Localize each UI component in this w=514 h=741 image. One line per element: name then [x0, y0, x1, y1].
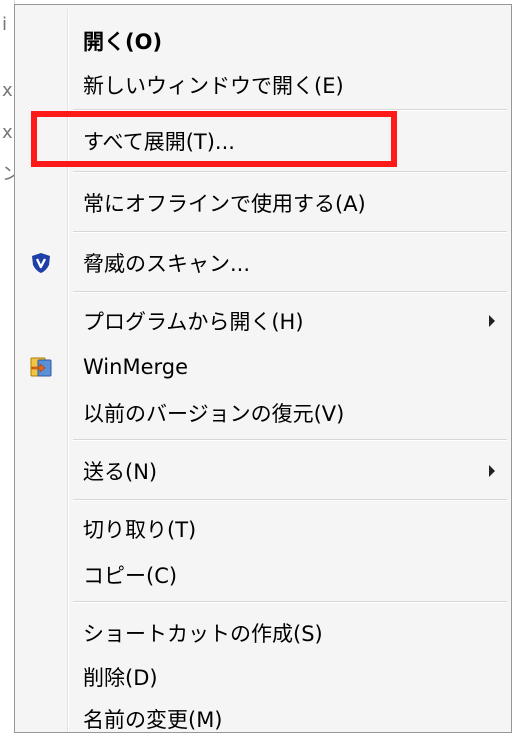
menu-item-label: 脅威のスキャン... — [83, 252, 251, 276]
menu-separator — [73, 601, 507, 602]
menu-item-label: 常にオフラインで使用する(A) — [83, 192, 366, 216]
menu-separator — [73, 291, 507, 292]
menu-item-winmerge[interactable]: WinMerge — [15, 345, 511, 389]
background-text-fragment: i — [2, 14, 8, 35]
menu-item-open[interactable]: 開く(O) — [15, 19, 511, 63]
winmerge-icon — [30, 357, 52, 377]
menu-item-delete[interactable]: 削除(D) — [15, 655, 511, 699]
menu-separator — [73, 439, 507, 440]
background-explorer-window: i x x ン — [0, 0, 15, 733]
menu-item-always-available-offline[interactable]: 常にオフラインで使用する(A) — [15, 181, 511, 225]
menu-item-copy[interactable]: コピー(C) — [15, 553, 511, 597]
menu-item-scan-threats[interactable]: 脅威のスキャン... — [15, 241, 511, 285]
menu-item-cut[interactable]: 切り取り(T) — [15, 507, 511, 551]
menu-separator — [73, 109, 507, 110]
menu-item-label: 切り取り(T) — [83, 518, 197, 542]
menu-item-label: 新しいウィンドウで開く(E) — [83, 74, 344, 98]
menu-item-label: コピー(C) — [83, 564, 178, 588]
context-menu: 開く(O) 新しいウィンドウで開く(E) すべて展開(T)... 常にオフライン… — [14, 4, 512, 733]
menu-item-label: プログラムから開く(H) — [83, 310, 304, 334]
menu-separator — [73, 171, 507, 172]
submenu-arrow-icon — [489, 315, 495, 327]
submenu-arrow-icon — [489, 465, 495, 477]
menu-item-send-to[interactable]: 送る(N) — [15, 449, 511, 493]
shield-icon — [32, 253, 50, 273]
menu-item-label: ショートカットの作成(S) — [83, 622, 323, 646]
menu-item-restore-previous-versions[interactable]: 以前のバージョンの復元(V) — [15, 391, 511, 435]
menu-item-label: WinMerge — [83, 355, 188, 379]
menu-item-open-with[interactable]: プログラムから開く(H) — [15, 299, 511, 343]
menu-item-label: 開く(O) — [83, 30, 163, 54]
menu-separator — [73, 231, 507, 232]
menu-item-open-new-window[interactable]: 新しいウィンドウで開く(E) — [15, 63, 511, 107]
menu-item-label: 以前のバージョンの復元(V) — [83, 402, 345, 426]
background-text-fragment: x — [2, 122, 13, 143]
menu-item-label: 送る(N) — [83, 460, 158, 484]
menu-item-label: 削除(D) — [83, 666, 158, 690]
menu-item-create-shortcut[interactable]: ショートカットの作成(S) — [15, 611, 511, 655]
menu-item-rename[interactable]: 名前の変更(M) — [15, 697, 511, 741]
red-highlight-annotation — [31, 111, 397, 167]
menu-item-label: 名前の変更(M) — [83, 708, 223, 732]
background-text-fragment: x — [2, 80, 13, 101]
menu-separator — [73, 499, 507, 500]
